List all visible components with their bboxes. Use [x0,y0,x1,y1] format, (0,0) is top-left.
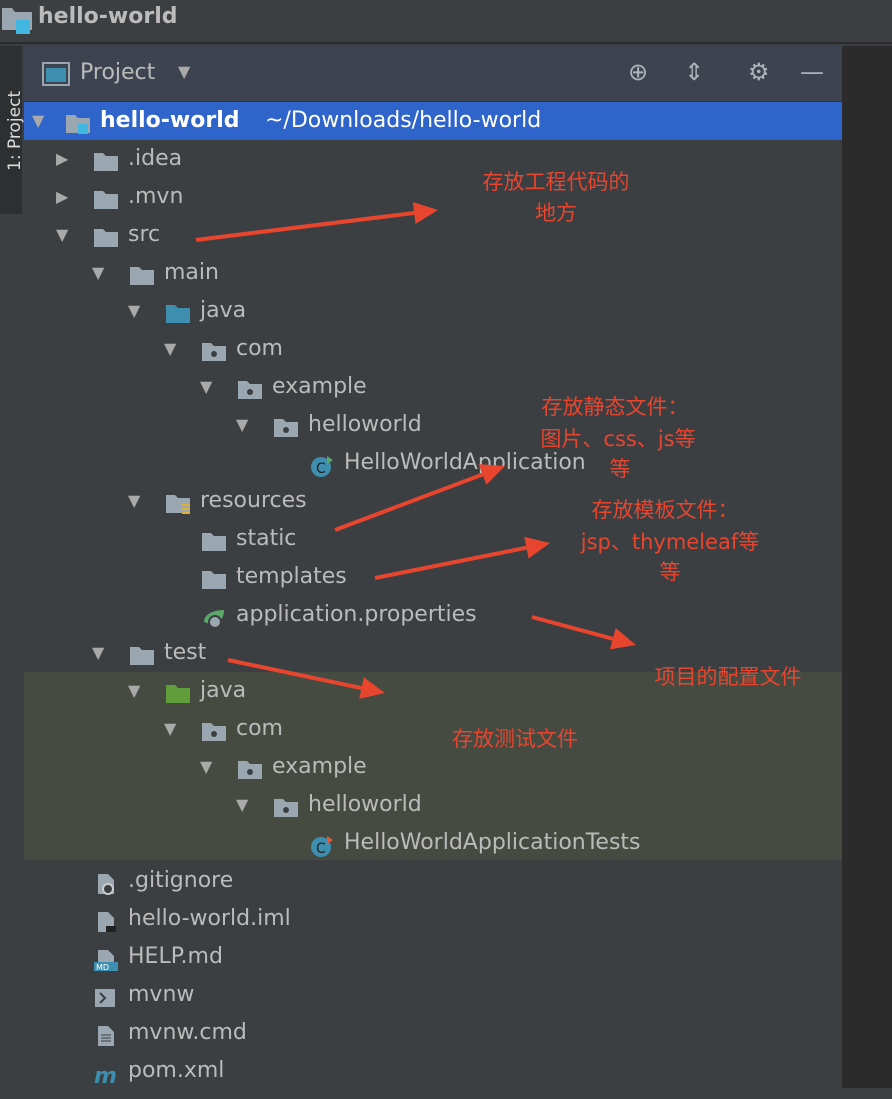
annotation-static: 存放静态文件： [541,395,689,419]
annotation-arrow [195,202,438,242]
annotation-test: 存放测试文件 [452,727,578,751]
annotation-arrow [374,536,550,580]
annotation-properties: 项目的配置文件 [654,665,802,689]
annotation-arrow [531,615,636,650]
annotation-src: 地方 [535,201,577,225]
annotation-static: 图片、css、js等 [540,427,696,451]
annotation-static: 等 [609,457,631,481]
annotation-src: 存放工程代码的 [482,170,630,194]
annotation-arrow [334,464,505,532]
annotation-templates: 等 [659,560,681,584]
annotation-templates: jsp、thymeleaf等 [580,530,760,554]
annotation-templates: 存放模板文件： [591,498,739,522]
annotation-arrow [227,658,385,699]
